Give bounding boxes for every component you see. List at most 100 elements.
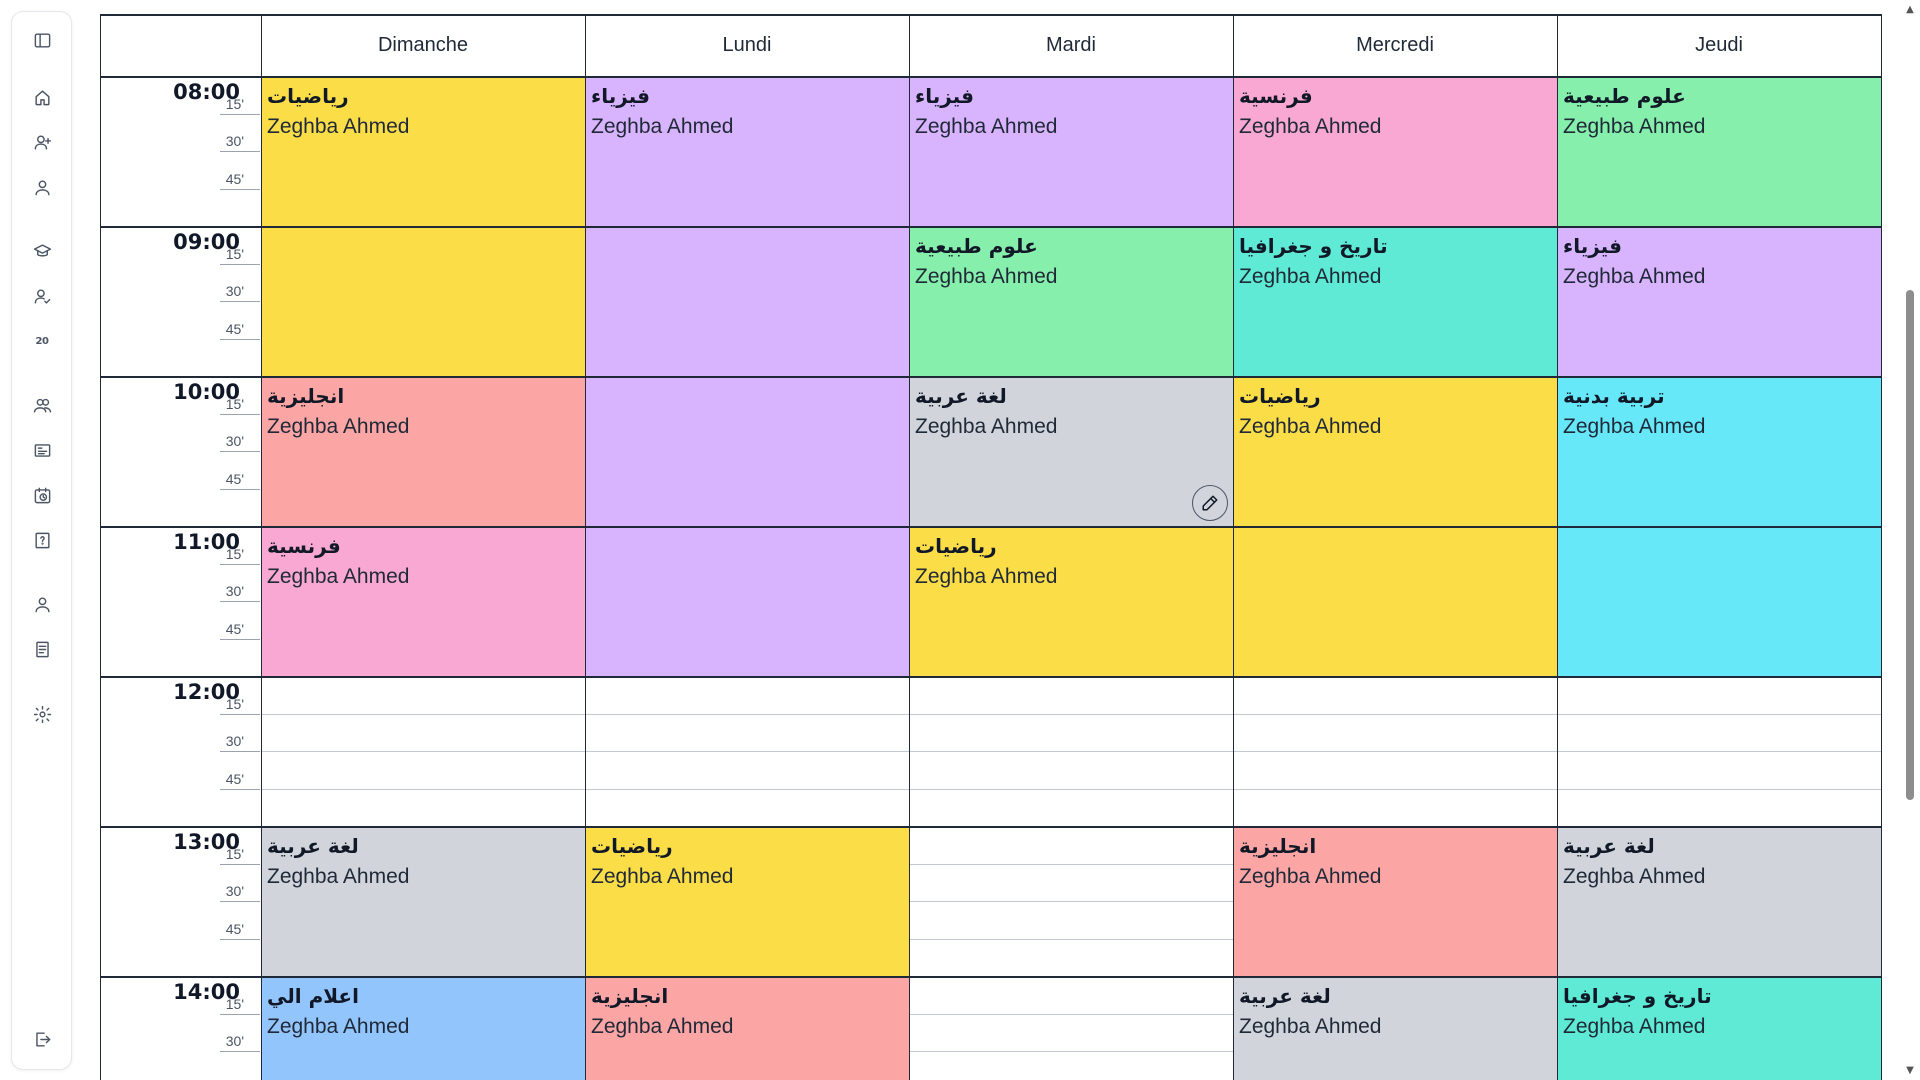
schedule-event[interactable]: لغة عربية Zeghba Ahmed — [1233, 976, 1557, 1080]
minute-label: 45' — [225, 620, 244, 637]
scroll-down-icon[interactable]: ▼ — [1904, 1064, 1916, 1076]
minute-tick — [220, 751, 260, 752]
schedule-event[interactable]: لغة عربية Zeghba Ahmed — [1557, 826, 1881, 976]
user-check-icon[interactable] — [30, 284, 54, 308]
weekly-schedule: Dimanche Lundi Mardi Mercredi Jeudi رياضيات Ze… — [100, 14, 1882, 1080]
minute-label: 30' — [225, 1033, 244, 1049]
minute-tick — [220, 1013, 260, 1015]
schedule-event[interactable]: انجليزية Zeghba Ahmed — [1233, 826, 1557, 976]
event-subject: تاريخ و جغرافيا — [1563, 984, 1712, 1008]
minute-tick — [220, 413, 260, 415]
profile-icon[interactable] — [30, 592, 54, 616]
add-user-icon[interactable] — [30, 130, 54, 154]
event-subject: رياضيات — [267, 84, 349, 108]
minute-tick — [220, 338, 260, 340]
event-subject: انجليزية — [267, 384, 345, 408]
minute-tick — [220, 638, 260, 640]
event-subject: رياضيات — [915, 534, 997, 558]
schedule-event[interactable]: علوم طبيعية Zeghba Ahmed — [1557, 76, 1881, 226]
schedule-event[interactable]: لغة عربية Zeghba Ahmed — [261, 826, 585, 976]
minute-tick — [220, 938, 260, 940]
event-teacher: Zeghba Ahmed — [915, 415, 1058, 438]
event-subject: تربية بدنية — [1563, 384, 1665, 408]
schedule-event[interactable]: فرنسية Zeghba Ahmed — [261, 526, 585, 676]
book-question-icon[interactable] — [30, 528, 54, 552]
event-teacher: Zeghba Ahmed — [1563, 1015, 1706, 1038]
scrollbar[interactable]: ▲ ▼ — [1900, 0, 1920, 1080]
minute-tick — [220, 188, 260, 190]
quarter-line — [261, 751, 1881, 752]
settings-icon[interactable] — [30, 702, 54, 726]
event-subject: فيزياء — [1563, 234, 1622, 258]
event-teacher: Zeghba Ahmed — [1563, 865, 1706, 888]
minute-label: 30' — [225, 883, 244, 899]
event-teacher: Zeghba Ahmed — [1239, 865, 1382, 888]
calendar-clock-icon[interactable] — [30, 483, 54, 507]
minute-label: 30' — [225, 433, 244, 449]
minute-tick — [220, 863, 260, 865]
minute-tick — [220, 263, 260, 265]
schedule-event[interactable]: فيزياء Zeghba Ahmed — [1557, 226, 1881, 376]
grid-line — [1233, 14, 1234, 1080]
schedule-event[interactable]: تاريخ و جغرافيا Zeghba Ahmed — [1557, 976, 1881, 1080]
grid-line — [585, 14, 586, 1080]
event-subject: تاريخ و جغرافيا — [1239, 234, 1388, 258]
users-icon[interactable] — [30, 393, 54, 417]
graduation-cap-icon[interactable] — [30, 239, 54, 263]
schedule-event[interactable]: اعلام الي Zeghba Ahmed — [261, 976, 585, 1080]
home-icon[interactable] — [30, 85, 54, 109]
schedule-event[interactable]: لغة عربية Zeghba Ahmed — [909, 376, 1233, 526]
event-teacher: Zeghba Ahmed — [591, 1015, 734, 1038]
event-teacher: Zeghba Ahmed — [267, 115, 410, 138]
minute-label: 15' — [225, 545, 244, 562]
document-icon[interactable] — [30, 637, 54, 661]
schedule-event[interactable]: رياضيات Zeghba Ahmed — [585, 826, 909, 976]
id-card-icon[interactable] — [30, 438, 54, 462]
scroll-up-icon[interactable]: ▲ — [1904, 3, 1916, 15]
minute-label: 30' — [225, 733, 244, 749]
minute-label: 15' — [225, 695, 244, 712]
event-teacher: Zeghba Ahmed — [915, 265, 1058, 288]
minute-tick — [220, 451, 260, 452]
schedule-event[interactable]: انجليزية Zeghba Ahmed — [261, 376, 585, 526]
logout-icon[interactable] — [30, 1027, 54, 1051]
schedule-event[interactable]: علوم طبيعية Zeghba Ahmed — [909, 226, 1233, 376]
event-teacher: Zeghba Ahmed — [1239, 415, 1382, 438]
minute-tick — [220, 151, 260, 152]
minute-label: 15' — [225, 245, 244, 262]
event-subject: رياضيات — [591, 834, 673, 858]
minute-label: 15' — [225, 995, 244, 1012]
minute-tick — [220, 1051, 260, 1052]
minute-tick — [220, 113, 260, 115]
event-subject: لغة عربية — [267, 834, 359, 858]
schedule-event[interactable]: تاريخ و جغرافيا Zeghba Ahmed — [1233, 226, 1557, 376]
grid-line — [909, 14, 910, 1080]
minute-label: 45' — [225, 170, 244, 187]
user-icon[interactable] — [30, 175, 54, 199]
schedule-event[interactable]: فيزياء Zeghba Ahmed — [909, 76, 1233, 226]
event-teacher: Zeghba Ahmed — [591, 865, 734, 888]
event-subject: علوم طبيعية — [1563, 84, 1686, 108]
quarter-line — [261, 713, 1881, 715]
event-teacher: Zeghba Ahmed — [1239, 115, 1382, 138]
minute-tick — [220, 788, 260, 790]
schedule-event[interactable]: انجليزية Zeghba Ahmed — [585, 976, 909, 1080]
event-subject: اعلام الي — [267, 984, 359, 1008]
grid-line — [1557, 14, 1558, 1080]
schedule-event[interactable]: رياضيات Zeghba Ahmed — [909, 526, 1233, 676]
minute-label: 45' — [225, 320, 244, 337]
schedule-event[interactable]: فرنسية Zeghba Ahmed — [1233, 76, 1557, 226]
event-subject: لغة عربية — [1563, 834, 1655, 858]
minute-tick — [220, 301, 260, 302]
event-subject: فيزياء — [591, 84, 650, 108]
event-teacher: Zeghba Ahmed — [915, 115, 1058, 138]
minute-label: 30' — [225, 283, 244, 299]
scroll-thumb[interactable] — [1906, 290, 1914, 800]
sidebar-toggle-icon[interactable] — [30, 28, 54, 52]
number-20-icon[interactable]: 20 — [30, 329, 54, 353]
edit-event-button[interactable] — [1192, 485, 1228, 521]
quarter-line — [261, 788, 1881, 790]
event-teacher: Zeghba Ahmed — [1563, 115, 1706, 138]
event-subject: فرنسية — [267, 534, 341, 558]
day-header: Dimanche — [377, 33, 469, 56]
